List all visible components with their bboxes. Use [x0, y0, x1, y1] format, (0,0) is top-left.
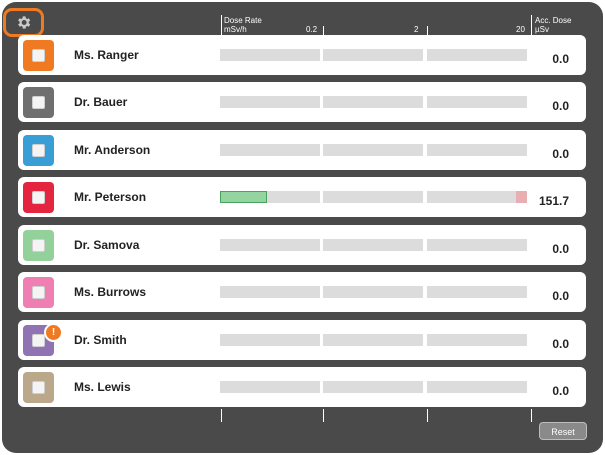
person-row[interactable]: Dr. Samova 0.0 [18, 225, 586, 265]
settings-button[interactable] [3, 8, 44, 37]
gear-icon [18, 16, 31, 29]
acc-dose-value: 0.0 [552, 289, 569, 303]
dose-rate-bar-segment [220, 144, 320, 156]
acc-dose-value: 0.0 [552, 242, 569, 256]
acc-dose-value: 0.0 [552, 52, 569, 66]
acc-dose-value: 151.7 [538, 194, 569, 208]
dose-rate-bar-segment [323, 144, 423, 156]
person-row[interactable]: Dr. Smith 0.0 [18, 320, 586, 360]
acc-dose-value: 0.0 [552, 147, 569, 161]
person-color-button[interactable] [23, 372, 54, 403]
dose-rate-bar-segment [323, 96, 423, 108]
dose-rate-label: Dose Rate [224, 16, 262, 25]
dose-rate-bar-segment [323, 239, 423, 251]
scale-tick [323, 409, 324, 422]
person-name: Dr. Samova [74, 238, 140, 252]
dose-rate-bar-segment [427, 96, 527, 108]
dose-rate-bar-segment [323, 334, 423, 346]
checkbox-icon [32, 96, 45, 109]
dose-rate-bar-segment [427, 239, 527, 251]
person-color-button[interactable] [23, 135, 54, 166]
person-name: Ms. Lewis [74, 380, 131, 394]
dose-rate-bar-segment [323, 286, 423, 298]
checkbox-icon [32, 381, 45, 394]
dose-rate-unit: mSv/h [224, 25, 247, 34]
dose-rate-bar-segment [323, 381, 423, 393]
person-color-button[interactable] [23, 277, 54, 308]
person-row[interactable]: Ms. Ranger 0.0 [18, 35, 586, 75]
person-name: Dr. Smith [74, 333, 127, 347]
dose-rate-bar-segment [427, 286, 527, 298]
person-color-button[interactable] [23, 40, 54, 71]
scale-tick-label: 0.2 [306, 25, 318, 34]
acc-dose-value: 0.0 [552, 99, 569, 113]
scale-tick [427, 409, 428, 422]
person-name: Ms. Burrows [74, 285, 147, 299]
scale-tick-label: 20 [516, 25, 525, 34]
reset-button[interactable]: Reset [539, 422, 587, 440]
dose-rate-bar-segment [323, 49, 423, 61]
person-row[interactable]: Mr. Anderson 0.0 [18, 130, 586, 170]
dose-rate-bar-segment [427, 144, 527, 156]
person-name: Mr. Peterson [74, 190, 147, 204]
dose-rate-bar-segment [220, 96, 320, 108]
dose-rate-bar-segment [427, 334, 527, 346]
dose-rate-bar-segment [323, 191, 423, 203]
acc-dose-value: 0.0 [552, 384, 569, 398]
checkbox-icon [32, 144, 45, 157]
scale-tick-label: 2 [414, 25, 419, 34]
dose-rate-bar-segment [220, 286, 320, 298]
person-color-button[interactable] [23, 230, 54, 261]
dose-rate-bar-segment [220, 191, 320, 203]
dose-rate-bar-segment [220, 49, 320, 61]
person-row[interactable]: Ms. Burrows 0.0 [18, 272, 586, 312]
person-row[interactable]: Mr. Peterson 151.7 [18, 177, 586, 217]
scale-tick [221, 15, 222, 36]
checkbox-icon [32, 334, 45, 347]
scale-tick [531, 409, 532, 422]
alert-icon: ! [44, 323, 63, 342]
scale-tick [221, 409, 222, 422]
dose-rate-bar-segment [220, 334, 320, 346]
acc-dose-label: Acc. Dose [535, 16, 572, 25]
checkbox-icon [32, 239, 45, 252]
acc-dose-value: 0.0 [552, 337, 569, 351]
peak-marker [516, 191, 527, 203]
checkbox-icon [32, 49, 45, 62]
person-color-button[interactable] [23, 87, 54, 118]
dose-rate-bar-segment [427, 191, 527, 203]
scale-tick [531, 15, 532, 36]
person-row[interactable]: Dr. Bauer 0.0 [18, 82, 586, 122]
dose-rate-bar-segment [427, 49, 527, 61]
checkbox-icon [32, 286, 45, 299]
dose-rate-bar-segment [220, 381, 320, 393]
person-row[interactable]: Ms. Lewis 0.0 [18, 367, 586, 407]
dose-rate-bar-segment [427, 381, 527, 393]
checkbox-icon [32, 191, 45, 204]
dose-rate-bar-segment [220, 239, 320, 251]
person-name: Mr. Anderson [74, 143, 151, 157]
acc-dose-unit: µSv [535, 25, 549, 34]
person-color-button[interactable] [23, 182, 54, 213]
dose-rate-fill [220, 191, 267, 203]
dosimeter-panel: Dose Rate mSv/h 0.2 2 20 Acc. Dose µSv M… [2, 2, 603, 453]
person-name: Dr. Bauer [74, 95, 128, 109]
person-name: Ms. Ranger [74, 48, 139, 62]
